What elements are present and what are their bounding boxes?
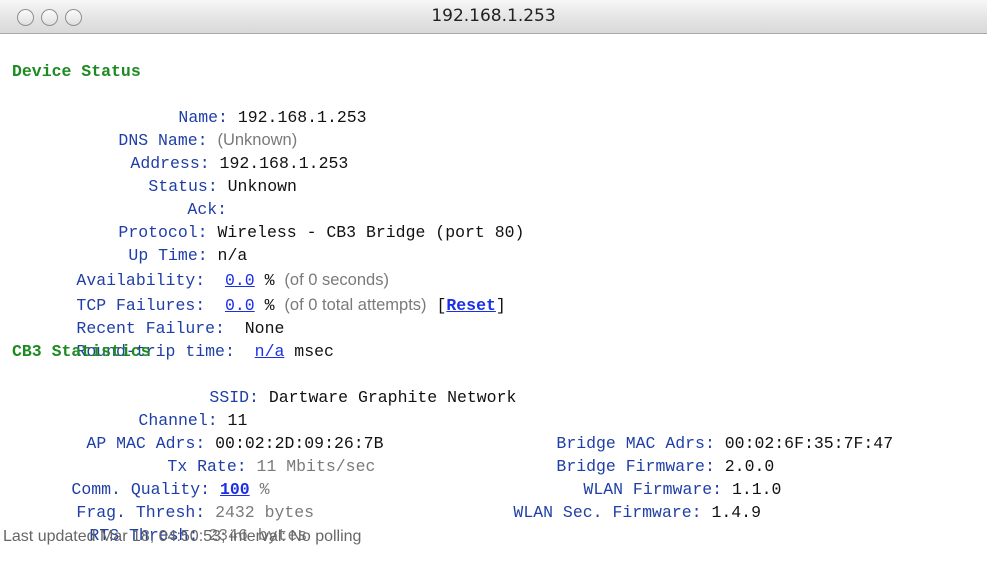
reset-link[interactable]: Reset <box>446 296 496 315</box>
wlan-sec-firmware-value: 1.4.9 <box>711 503 761 522</box>
tcp-failures-note: (of 0 total attempts) <box>284 296 427 314</box>
reset-bracket-close: ] <box>495 296 506 315</box>
round-trip-unit: msec <box>294 342 334 361</box>
device-status-window: 192.168.1.253 Device Status Name: 192.16… <box>0 0 987 581</box>
last-updated-footer: Last updated Mar 18, 04:50:53; interval:… <box>3 528 362 545</box>
device-status-heading: Device Status <box>12 62 141 81</box>
protocol-value: Wireless - CB3 Bridge (port 80) <box>217 223 525 242</box>
wlan-sec-firmware-label: WLAN Sec. Firmware: <box>513 503 702 522</box>
ssid-value: Dartware Graphite Network <box>268 388 517 407</box>
title-bar: 192.168.1.253 <box>0 0 987 34</box>
window-title: 192.168.1.253 <box>431 6 556 26</box>
status-content: Device Status Name: 192.168.1.253 DNS Na… <box>0 34 987 581</box>
reset-bracket-open: [ <box>436 296 447 315</box>
round-trip-link[interactable]: n/a <box>255 342 285 361</box>
tx-rate-value: 11 Mbits/sec <box>256 457 376 476</box>
cb3-statistics-heading: CB3 Statistics <box>12 342 151 361</box>
status-value: Unknown <box>227 177 297 196</box>
